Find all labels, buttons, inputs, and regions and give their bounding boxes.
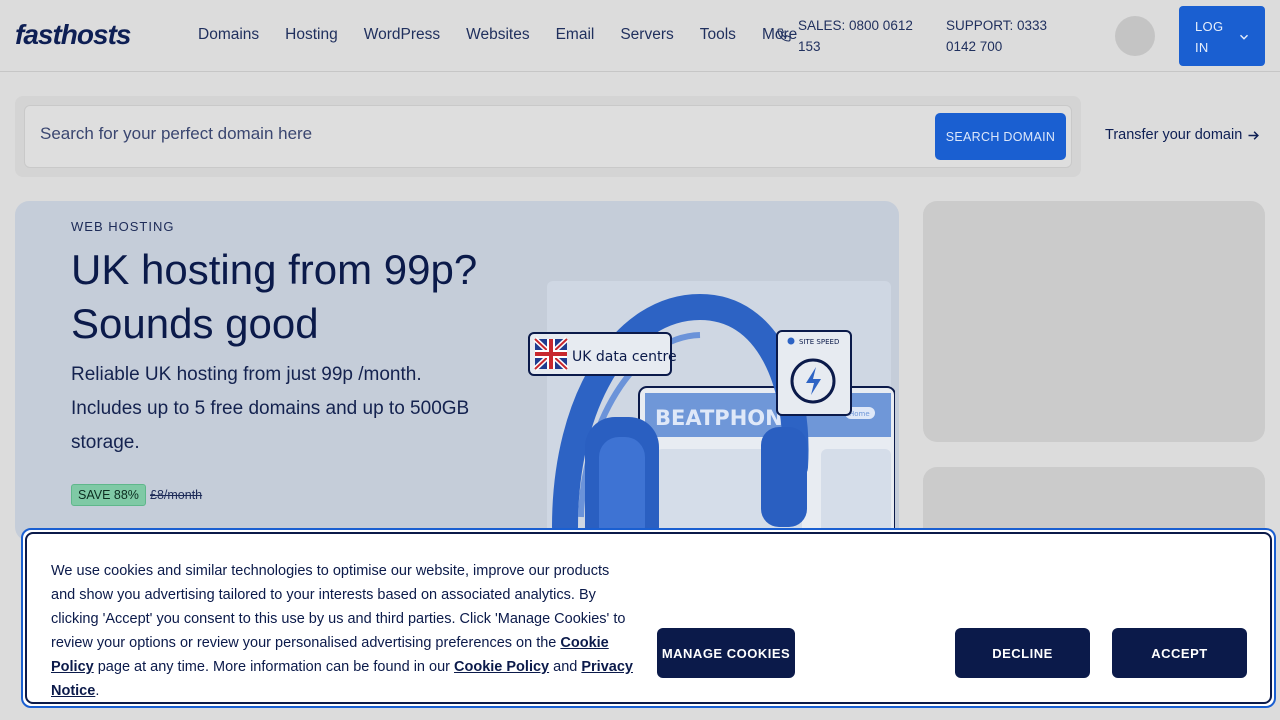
domain-search-box: SEARCH DOMAIN <box>24 105 1072 168</box>
nav-email[interactable]: Email <box>556 26 595 44</box>
site-speed-tag: SITE SPEED <box>799 338 839 346</box>
hero-description: Reliable UK hosting from just 99p /month… <box>71 364 470 453</box>
chevron-down-icon <box>1240 34 1248 40</box>
nav-wordpress[interactable]: WordPress <box>364 26 440 44</box>
nav-hosting[interactable]: Hosting <box>285 26 338 44</box>
transfer-domain-label: Transfer your domain <box>1105 127 1243 143</box>
avatar[interactable] <box>1115 16 1155 56</box>
site-nav-home: Home <box>849 410 870 418</box>
manage-cookies-button[interactable]: MANAGE COOKIES <box>657 628 795 678</box>
nav-tools[interactable]: Tools <box>700 26 736 44</box>
login-button[interactable]: LOG IN <box>1179 6 1265 66</box>
site-header: fasthosts Domains Hosting WordPress Webs… <box>0 0 1280 72</box>
cookie-banner-focus-ring: We use cookies and similar technologies … <box>21 528 1276 708</box>
uk-data-centre-tag: UK data centre <box>572 349 677 365</box>
hero-title: UK hosting from 99p? Sounds good <box>71 246 478 347</box>
nav-websites[interactable]: Websites <box>466 26 529 44</box>
cookie-text-3: and <box>549 659 582 675</box>
login-label: LOG IN <box>1195 19 1224 55</box>
hero-card: WEB HOSTING UK hosting from 99p? Sounds … <box>15 201 899 541</box>
save-badge: SAVE 88% <box>71 484 146 506</box>
hero-eyebrow: WEB HOSTING <box>71 219 175 234</box>
domain-search-panel: SEARCH DOMAIN <box>15 96 1081 177</box>
phone-icon <box>777 28 791 42</box>
old-price: £8/month <box>150 488 203 502</box>
main-nav: Domains Hosting WordPress Websites Email… <box>198 26 823 44</box>
accept-button[interactable]: ACCEPT <box>1112 628 1247 678</box>
nav-domains[interactable]: Domains <box>198 26 259 44</box>
cookie-policy-link-2[interactable]: Cookie Policy <box>454 659 549 675</box>
support-contact[interactable]: SUPPORT: 0333 0142 700 <box>946 15 1066 57</box>
transfer-domain-link[interactable]: Transfer your domain <box>1105 127 1261 143</box>
site-name: BEATPHONE <box>655 406 797 430</box>
domain-search-input[interactable] <box>40 124 920 144</box>
fasthosts-logo[interactable]: fasthosts <box>15 19 131 51</box>
support-number: SUPPORT: 0333 0142 700 <box>946 18 1048 54</box>
hosting-illustration: BEATPHONE Home UK data centre SITE SPEED <box>528 281 895 541</box>
nav-servers[interactable]: Servers <box>620 26 673 44</box>
promo-card-placeholder <box>923 201 1265 442</box>
cookie-text-2: page at any time. More information can b… <box>93 659 455 675</box>
decline-button[interactable]: DECLINE <box>955 628 1090 678</box>
cookie-message: We use cookies and similar technologies … <box>51 559 636 703</box>
search-domain-button[interactable]: SEARCH DOMAIN <box>935 113 1066 160</box>
sales-contact[interactable]: SALES: 0800 0612 153 <box>776 15 918 57</box>
cookie-text-1: We use cookies and similar technologies … <box>51 563 626 651</box>
sales-number: SALES: 0800 0612 153 <box>798 18 913 54</box>
arrow-right-icon <box>1248 130 1260 140</box>
cookie-banner: We use cookies and similar technologies … <box>25 532 1272 704</box>
cookie-text-4: . <box>95 683 100 699</box>
